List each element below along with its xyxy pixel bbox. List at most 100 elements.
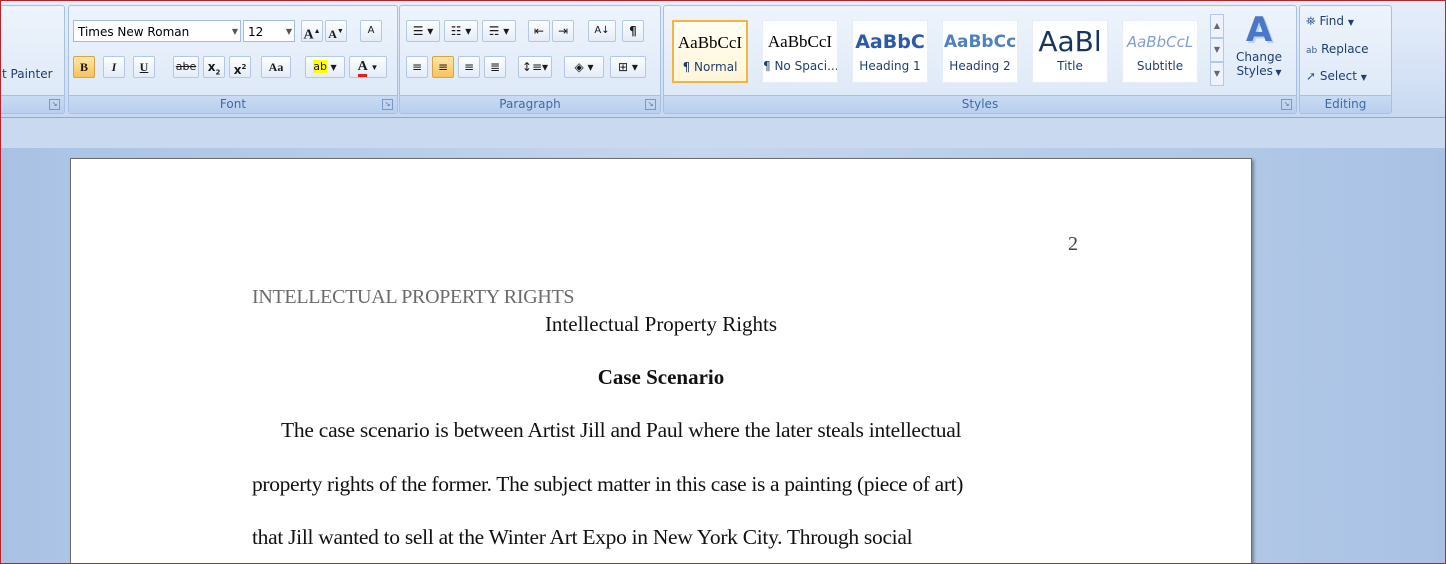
- font-launcher-icon[interactable]: ↘: [382, 99, 393, 110]
- chevron-down-icon: ▼: [285, 27, 292, 36]
- font-color-icon: A: [357, 59, 367, 77]
- align-left-button[interactable]: ≡: [406, 56, 428, 78]
- increase-indent-button[interactable]: ⇥: [552, 20, 574, 42]
- strikethrough-button[interactable]: abe: [173, 56, 199, 78]
- editing-group: ⛯ Find ▼ ab Replace ➚ Select ▼ Editing: [1299, 5, 1392, 114]
- style-title[interactable]: AaBl Title: [1032, 20, 1108, 83]
- style-name: Subtitle: [1136, 59, 1184, 73]
- font-name-combo[interactable]: Times New Roman ▼: [73, 20, 241, 42]
- decrease-indent-icon: ⇤: [533, 24, 545, 38]
- format-painter-button[interactable]: t Painter: [2, 67, 53, 81]
- style-name: Title: [1057, 59, 1083, 73]
- word-window: t Painter ↘ Times New Roman ▼ 12 ▼ A▲ A▼…: [0, 0, 1446, 564]
- cursor-icon: ➚: [1306, 69, 1317, 83]
- align-left-icon: ≡: [411, 60, 423, 74]
- line-spacing-button[interactable]: ↕≡▾: [518, 56, 552, 78]
- style-sample: AaBl: [1038, 25, 1102, 58]
- paint-bucket-icon: ◈ ▾: [574, 60, 594, 74]
- font-color-button[interactable]: A ▼: [349, 56, 387, 78]
- style-name: Heading 2: [949, 59, 1011, 73]
- body-line: property rights of the former. The subje…: [252, 472, 964, 496]
- binoculars-icon: ⛯: [1306, 14, 1316, 28]
- page-number: 2: [1068, 233, 1078, 255]
- style-subtitle[interactable]: AaBbCcL Subtitle: [1122, 20, 1198, 83]
- borders-icon: ⊞ ▾: [618, 60, 638, 74]
- style-sample: AaBbCc: [943, 32, 1017, 52]
- decrease-indent-button[interactable]: ⇤: [528, 20, 550, 42]
- change-styles-label-1: Change: [1236, 50, 1282, 64]
- body-line: that Jill wanted to sell at the Winter A…: [252, 525, 913, 549]
- editing-group-label: Editing: [1300, 95, 1391, 113]
- italic-button[interactable]: I: [103, 56, 125, 78]
- style-sample: AaBbCcI: [677, 33, 743, 52]
- multilevel-list-icon: ☴ ▾: [488, 24, 510, 38]
- clipboard-launcher-icon[interactable]: ↘: [49, 99, 60, 110]
- scroll-up-button[interactable]: ▲: [1210, 14, 1224, 38]
- paragraph-group: ☰ ▾ ☷ ▾ ☴ ▾ ⇤ ⇥ A↓ ¶ ≡ ≡ ≡ ≣ ↕≡▾ ◈ ▾ ⊞ ▾…: [399, 5, 661, 114]
- replace-button[interactable]: ab Replace: [1306, 42, 1369, 56]
- clear-formatting-icon: A: [367, 25, 375, 36]
- sort-icon: A↓: [594, 25, 610, 36]
- arrow-up-icon: ▲: [313, 27, 321, 35]
- styles-group-label: Styles: [664, 95, 1296, 113]
- highlight-button[interactable]: ab ▼: [305, 56, 345, 78]
- increase-indent-icon: ⇥: [557, 24, 569, 38]
- style-no-spacing[interactable]: AaBbCcI ¶ No Spaci...: [762, 20, 838, 83]
- justify-button[interactable]: ≣: [484, 56, 506, 78]
- change-styles-icon: A: [1245, 10, 1273, 50]
- superscript-button[interactable]: x2: [229, 56, 251, 78]
- font-group-label: Font: [69, 95, 397, 113]
- change-styles-button[interactable]: A Change Styles ▼: [1232, 10, 1286, 94]
- pilcrow-icon: ¶: [629, 24, 637, 38]
- subscript-button[interactable]: x2: [203, 56, 225, 78]
- style-sample: AaBbCcI: [767, 32, 833, 51]
- style-name: ¶ No Spaci...: [763, 59, 837, 73]
- paragraph-group-label: Paragraph: [400, 95, 660, 113]
- chevron-down-icon: ▼: [1272, 68, 1282, 77]
- show-formatting-button[interactable]: ¶: [622, 20, 644, 42]
- style-heading-1[interactable]: AaBbC Heading 1: [852, 20, 928, 83]
- align-right-icon: ≡: [463, 60, 475, 74]
- numbering-icon: ☷ ▾: [450, 24, 472, 38]
- bold-button[interactable]: B: [73, 56, 95, 78]
- line-spacing-icon: ↕≡▾: [521, 60, 549, 74]
- align-right-button[interactable]: ≡: [458, 56, 480, 78]
- font-group: Times New Roman ▼ 12 ▼ A▲ A▼ A B I U abe…: [68, 5, 398, 114]
- shrink-font-button[interactable]: A▼: [325, 20, 347, 42]
- bullets-button[interactable]: ☰ ▾: [406, 20, 440, 42]
- styles-launcher-icon[interactable]: ↘: [1281, 99, 1292, 110]
- borders-button[interactable]: ⊞ ▾: [610, 56, 646, 78]
- ruler-area: [1, 118, 1445, 148]
- section-heading: Case Scenario: [597, 365, 725, 389]
- more-styles-button[interactable]: ▼: [1210, 62, 1224, 86]
- multilevel-list-button[interactable]: ☴ ▾: [482, 20, 516, 42]
- font-name-value: Times New Roman: [78, 25, 190, 39]
- align-center-button[interactable]: ≡: [432, 56, 454, 78]
- style-name: ¶ Normal: [682, 60, 738, 74]
- clear-formatting-button[interactable]: A: [360, 20, 382, 42]
- replace-icon: ab: [1306, 46, 1318, 56]
- body-line: The case scenario is between Artist Jill…: [281, 418, 962, 442]
- change-styles-label-2: Styles: [1236, 64, 1273, 78]
- chevron-down-icon: ▼: [231, 27, 238, 36]
- style-heading-2[interactable]: AaBbCc Heading 2: [942, 20, 1018, 83]
- styles-group: AaBbCcI ¶ Normal AaBbCcI ¶ No Spaci... A…: [663, 5, 1297, 114]
- sort-button[interactable]: A↓: [588, 20, 616, 42]
- change-case-button[interactable]: Aa: [261, 56, 291, 78]
- style-sample: AaBbCcL: [1126, 33, 1194, 51]
- ribbon: t Painter ↘ Times New Roman ▼ 12 ▼ A▲ A▼…: [1, 1, 1445, 118]
- grow-font-button[interactable]: A▲: [301, 20, 323, 43]
- style-name: Heading 1: [859, 59, 921, 73]
- font-size-combo[interactable]: 12 ▼: [243, 20, 295, 42]
- styles-scroll: ▲ ▼ ▼: [1210, 14, 1224, 86]
- numbering-button[interactable]: ☷ ▾: [444, 20, 478, 42]
- shading-button[interactable]: ◈ ▾: [564, 56, 604, 78]
- style-normal[interactable]: AaBbCcI ¶ Normal: [672, 20, 748, 83]
- scroll-down-button[interactable]: ▼: [1210, 38, 1224, 62]
- document-page[interactable]: 2 INTELLECTUAL PROPERTY RIGHTS Intellect…: [70, 158, 1252, 563]
- underline-button[interactable]: U: [133, 56, 155, 78]
- paragraph-launcher-icon[interactable]: ↘: [645, 99, 656, 110]
- running-head: INTELLECTUAL PROPERTY RIGHTS: [252, 286, 575, 308]
- select-button[interactable]: ➚ Select ▼: [1306, 69, 1367, 83]
- find-button[interactable]: ⛯ Find ▼: [1306, 14, 1354, 29]
